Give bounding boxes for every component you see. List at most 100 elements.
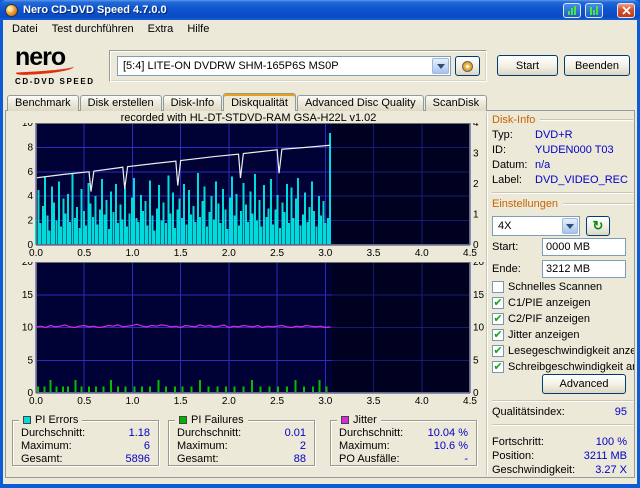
menu-item-extra[interactable]: Extra: [141, 21, 181, 37]
stat-label: Durchschnitt:: [21, 427, 86, 439]
svg-text:4.5: 4.5: [463, 248, 477, 259]
checkbox-c2-pif-anzeigen[interactable]: ✔ C2/PIF anzeigen: [492, 312, 634, 326]
scan-speed-arrow-button[interactable]: [562, 218, 578, 234]
stat-row: PO Ausfälle: -: [339, 453, 468, 466]
settings-header: Einstellungen: [492, 198, 633, 210]
legend-color-swatch: [341, 416, 349, 424]
checkbox-label: Schreibgeschwindigkeit anzeigen: [508, 361, 634, 373]
checkbox-c1-pie-anzeigen[interactable]: ✔ C1/PIE anzeigen: [492, 296, 634, 310]
scan-speed-select[interactable]: 4X: [492, 216, 580, 236]
tab-benchmark[interactable]: Benchmark: [7, 95, 79, 111]
checkbox-box[interactable]: ✔: [492, 329, 504, 341]
svg-text:3.5: 3.5: [367, 396, 381, 407]
checkbox-label: Lesegeschwindigkeit anzeigen: [508, 345, 634, 357]
svg-text:3: 3: [473, 149, 479, 160]
disk-info-header: Disk-Info: [492, 114, 633, 126]
stat-value: 10.04 %: [427, 427, 468, 439]
disk-datum-label: Datum:: [492, 159, 528, 171]
stat-label: Durchschnitt:: [177, 427, 242, 439]
titlebar-graph-button-2[interactable]: [585, 2, 603, 18]
disk-typ-label: Typ:: [492, 129, 513, 141]
drive-select-arrow-button[interactable]: [432, 58, 449, 74]
checkbox-label: C1/PIE anzeigen: [508, 297, 591, 309]
scan-end-input[interactable]: [542, 260, 626, 278]
checkbox-label: Schnelles Scannen: [508, 281, 603, 293]
svg-text:3.0: 3.0: [318, 396, 332, 407]
panel-separator: [486, 113, 488, 475]
refresh-icon: ↻: [592, 218, 604, 233]
svg-text:8: 8: [27, 142, 33, 153]
stats-box-legend: PI Errors: [19, 414, 83, 426]
stat-row: Durchschnitt: 10.04 %: [339, 427, 468, 440]
svg-text:20: 20: [473, 262, 485, 268]
checkbox-box[interactable]: ✔: [492, 345, 504, 357]
svg-text:15: 15: [473, 290, 485, 301]
stat-value: -: [464, 453, 468, 465]
disk-id-label: ID:: [492, 144, 507, 156]
header-rule: [540, 119, 633, 121]
stat-label: Durchschnitt:: [339, 427, 404, 439]
tab-scandisk[interactable]: ScanDisk: [424, 95, 488, 111]
stat-value: 10.6 %: [433, 440, 468, 452]
checkbox-box[interactable]: ✔: [492, 361, 504, 373]
section-separator: [492, 400, 633, 402]
stat-label: Gesamt:: [177, 453, 219, 465]
checkbox-jitter-anzeigen[interactable]: ✔ Jitter anzeigen: [492, 328, 634, 342]
titlebar[interactable]: Nero CD-DVD Speed 4.7.0.0: [0, 0, 640, 20]
stats-box-title: PI Failures: [191, 414, 244, 426]
progress-value: 100 %: [595, 436, 627, 448]
stat-row: Maximum: 6: [21, 440, 150, 453]
svg-text:10: 10: [22, 323, 34, 334]
tab-diskqualit-t[interactable]: Diskqualität: [223, 93, 296, 111]
menu-item-hilfe[interactable]: Hilfe: [180, 21, 216, 37]
mini-chart-icon: [590, 5, 598, 15]
checkbox-label: Jitter anzeigen: [508, 329, 580, 341]
svg-text:2.5: 2.5: [270, 248, 284, 259]
speed-label: Geschwindigkeit:: [492, 464, 576, 476]
tab-advanced-disc-quality[interactable]: Advanced Disc Quality: [296, 95, 424, 111]
svg-text:2: 2: [27, 216, 33, 227]
tabstrip: Benchmark Disk erstellen Disk-Info Diskqual…: [7, 93, 488, 111]
checkbox-box[interactable]: ✔: [492, 297, 504, 309]
checkbox-label: C2/PIF anzeigen: [508, 313, 590, 325]
checkbox-box[interactable]: ✔: [492, 313, 504, 325]
pi-failures-plot: 20151050201510500.0 0.5 1.0 1.5 2.0 2.5 3.0 3.5…: [22, 257, 485, 407]
checkbox-box[interactable]: [492, 281, 504, 293]
legend-color-swatch: [179, 416, 187, 424]
stat-label: Maximum:: [339, 440, 390, 452]
refresh-button[interactable]: ↻: [586, 216, 610, 236]
menu-item-datei[interactable]: Datei: [5, 21, 45, 37]
mini-chart-icon: [568, 5, 576, 15]
checkbox-schreibgeschwindigkeit-anzeigen[interactable]: ✔ Schreibgeschwindigkeit anzeigen: [492, 360, 634, 374]
right-panel: Disk-Info Typ: DVD+R ID: YUDEN000 T03 Da…: [490, 110, 635, 478]
stats-box-title: PI Errors: [35, 414, 79, 426]
start-button[interactable]: Start: [497, 55, 558, 76]
position-label: Position:: [492, 450, 535, 462]
menubar: Datei Test durchführen Extra Hilfe: [3, 20, 637, 38]
close-button[interactable]: [617, 2, 635, 18]
svg-text:4.5: 4.5: [463, 396, 477, 407]
eject-disc-button[interactable]: [455, 56, 480, 76]
svg-text:20: 20: [22, 262, 34, 268]
titlebar-graph-button-1[interactable]: [563, 2, 581, 18]
svg-text:2: 2: [473, 179, 479, 190]
svg-text:6: 6: [27, 167, 33, 178]
close-icon: [621, 5, 631, 15]
tab-disk-info[interactable]: Disk-Info: [162, 95, 223, 111]
section-separator: [492, 424, 633, 426]
drive-select[interactable]: [5:4] LITE-ON DVDRW SHM-165P6S MS0P: [117, 56, 451, 76]
svg-text:0.0: 0.0: [29, 396, 43, 407]
checkbox-lesegeschwindigkeit-anzeigen[interactable]: ✔ Lesegeschwindigkeit anzeigen: [492, 344, 634, 358]
scan-start-input[interactable]: [542, 238, 626, 256]
quit-button[interactable]: Beenden: [564, 55, 630, 76]
stats-box-pi-errors: PI Errors Durchschnitt: 1.18 Maximum: 6 Gesam…: [12, 414, 159, 466]
window-title: Nero CD-DVD Speed 4.7.0.0: [23, 4, 167, 16]
svg-text:10: 10: [473, 323, 485, 334]
nero-brand-text: nero: [15, 43, 66, 71]
tab-disk-erstellen[interactable]: Disk erstellen: [79, 95, 162, 111]
svg-text:0.0: 0.0: [29, 248, 43, 259]
advanced-button[interactable]: Advanced: [542, 374, 626, 394]
menu-item-test-durchf-hren[interactable]: Test durchführen: [45, 21, 141, 37]
checkbox-schnelles-scannen[interactable]: Schnelles Scannen: [492, 280, 634, 294]
disk-label-label: Label:: [492, 174, 522, 186]
